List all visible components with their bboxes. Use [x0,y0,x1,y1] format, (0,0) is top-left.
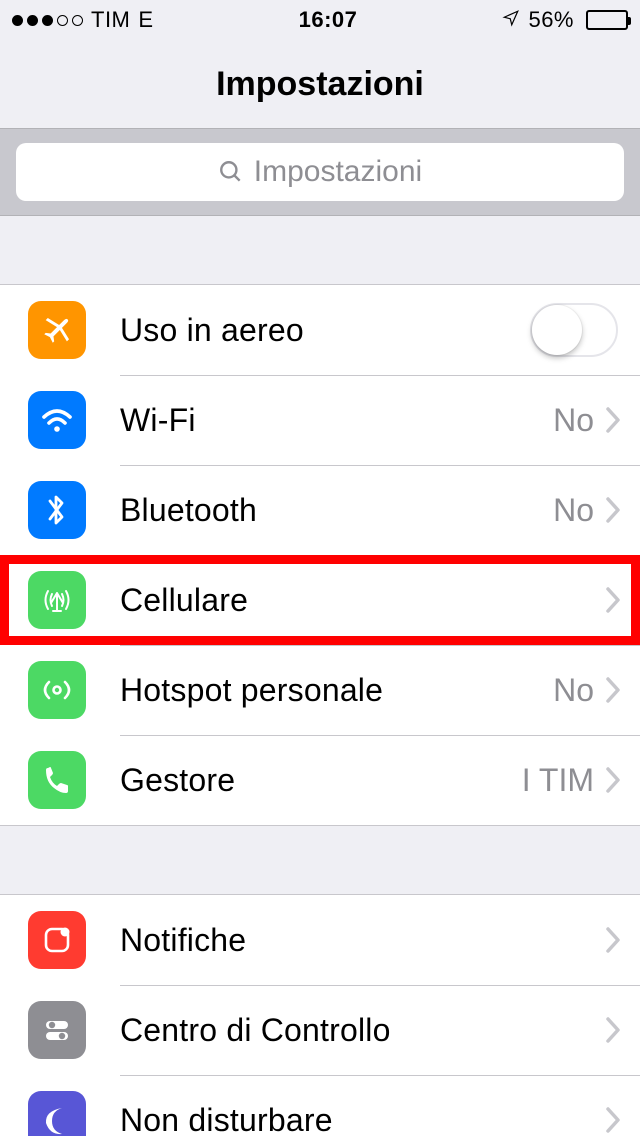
bluetooth-icon [28,481,86,539]
chevron-right-icon [604,495,622,525]
settings-row-wifi[interactable]: Wi-FiNo [0,375,640,465]
airplane-icon [28,301,86,359]
signal-strength-dots [12,15,83,26]
settings-row-label: Notifiche [120,922,604,959]
chevron-right-icon [604,925,622,955]
search-icon [218,159,244,185]
status-bar: TIM E 16:07 56% [0,0,640,40]
settings-row-cellular[interactable]: Cellulare [0,555,640,645]
wifi-icon [28,391,86,449]
search-container: Impostazioni [0,128,640,216]
status-right: 56% [502,7,628,33]
battery-icon [582,10,628,30]
settings-row-dnd[interactable]: Non disturbare [0,1075,640,1136]
settings-row-label: Wi-Fi [120,402,553,439]
network-type-label: E [138,7,153,33]
chevron-right-icon [604,765,622,795]
screen: TIM E 16:07 56% Impostazioni Impostazion… [0,0,640,1136]
settings-row-value: I TIM [522,762,594,799]
settings-row-airplane[interactable]: Uso in aereo [0,285,640,375]
notifications-icon [28,911,86,969]
settings-row-label: Bluetooth [120,492,553,529]
settings-group: Notifiche Centro di Controllo Non disturba… [0,894,640,1136]
settings-row-notifications[interactable]: Notifiche [0,895,640,985]
section-gap [0,216,640,284]
chevron-right-icon [604,585,622,615]
settings-row-value: No [553,402,594,439]
controlcenter-icon [28,1001,86,1059]
settings-row-label: Centro di Controllo [120,1012,604,1049]
moon-icon [28,1091,86,1136]
settings-group: Uso in aereoWi-FiNoBluetoothNoCellulareH… [0,284,640,826]
phone-icon [28,751,86,809]
navigation-bar: Impostazioni [0,40,640,128]
settings-row-label: Non disturbare [120,1102,604,1136]
location-services-icon [502,7,520,33]
settings-row-label: Uso in aereo [120,312,530,349]
chevron-right-icon [604,675,622,705]
settings-row-label: Cellulare [120,582,604,619]
settings-row-carrier[interactable]: GestoreI TIM [0,735,640,825]
status-left: TIM E [12,7,154,33]
page-title: Impostazioni [216,65,424,104]
chevron-right-icon [604,1105,622,1135]
battery-pct-label: 56% [528,7,574,33]
cellular-icon [28,571,86,629]
chevron-right-icon [604,1015,622,1045]
settings-row-hotspot[interactable]: Hotspot personaleNo [0,645,640,735]
settings-row-value: No [553,492,594,529]
carrier-label: TIM [91,7,130,33]
settings-row-bluetooth[interactable]: BluetoothNo [0,465,640,555]
settings-row-label: Hotspot personale [120,672,553,709]
search-placeholder: Impostazioni [254,155,422,189]
settings-row-value: No [553,672,594,709]
clock-label: 16:07 [299,7,358,33]
section-gap [0,826,640,894]
settings-row-label: Gestore [120,762,522,799]
settings-row-controlcenter[interactable]: Centro di Controllo [0,985,640,1075]
hotspot-icon [28,661,86,719]
airplane-toggle[interactable] [530,303,618,357]
search-input[interactable]: Impostazioni [16,143,624,201]
chevron-right-icon [604,405,622,435]
